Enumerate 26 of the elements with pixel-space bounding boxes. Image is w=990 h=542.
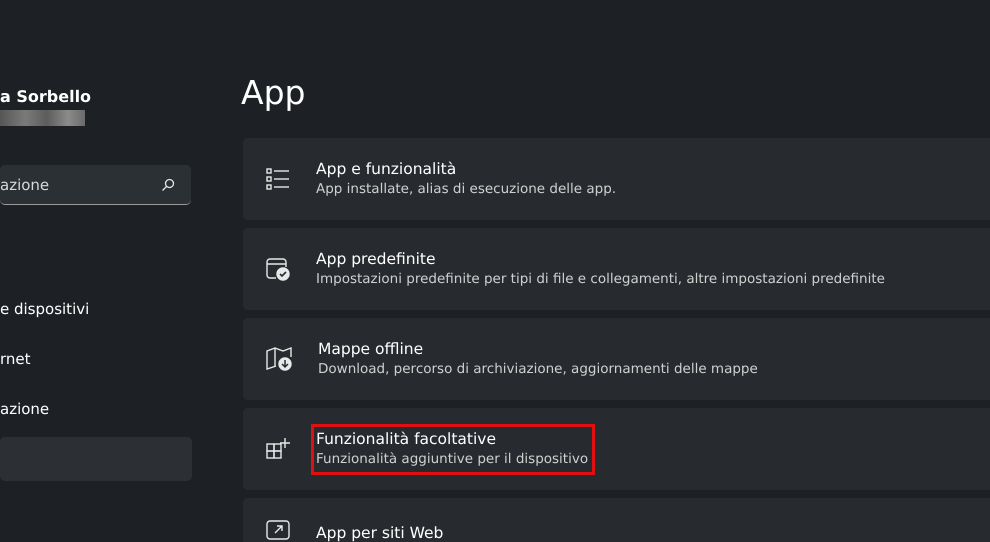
card-title: App e funzionalità <box>316 158 458 180</box>
card-title: Funzionalità facoltative <box>316 428 498 450</box>
sidebar-item[interactable]: rnet <box>0 337 192 381</box>
card-description: Funzionalità aggiuntive per il dispositivo <box>316 450 588 468</box>
card-description: Impostazioni predefinite per tipi di file e collegamenti, altre impostazioni predefinite <box>316 270 885 288</box>
settings-card[interactable]: Mappe offline Download, percorso di archiviazione, aggiornamenti delle mappe <box>243 318 990 400</box>
user-name: a Sorbello <box>0 86 92 108</box>
sidebar-item[interactable]: azione <box>0 387 192 431</box>
window-link-icon <box>266 518 290 542</box>
settings-card[interactable]: Funzionalità facoltative Funzionalità aggiuntive per il dispositivo <box>243 408 990 490</box>
search-icon <box>161 178 175 192</box>
window-check-icon <box>266 257 290 281</box>
map-download-icon <box>266 347 292 371</box>
settings-card[interactable]: App e funzionalità App installate, alias di esecuzione delle app. <box>243 138 990 220</box>
page-title: App <box>241 72 306 114</box>
list-icon <box>266 167 290 191</box>
card-title: Mappe offline <box>318 338 424 360</box>
card-title: App per siti Web <box>316 523 444 542</box>
sidebar-item[interactable]: e dispositivi <box>0 287 192 331</box>
card-title: App predefinite <box>316 248 436 270</box>
grid-plus-icon <box>266 437 290 461</box>
settings-card[interactable]: App predefinite Impostazioni predefinite per tipi di file e collegamenti, altre impostazioni predefinite <box>243 228 990 310</box>
search-field[interactable]: azione <box>0 165 191 205</box>
card-description: Download, percorso di archiviazione, aggiornamenti delle mappe <box>318 360 758 378</box>
settings-card[interactable]: App per siti Web <box>243 498 990 542</box>
card-description: App installate, alias di esecuzione delle app. <box>316 180 616 198</box>
